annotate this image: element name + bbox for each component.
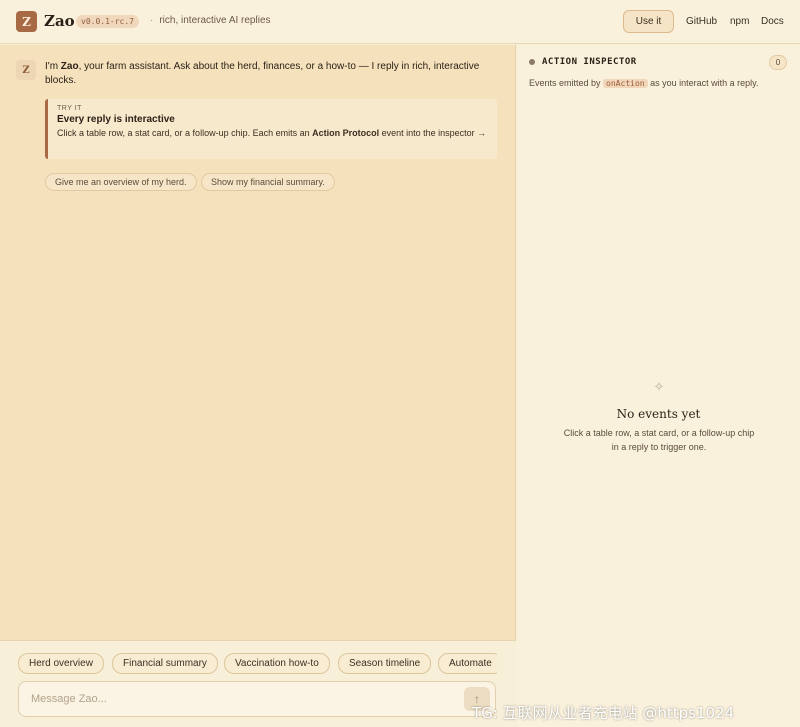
chat-panel: Z I'm Zao, your farm assistant. Ask abou… [0, 45, 516, 727]
inspector-desc-pre: Events emitted by [529, 78, 604, 88]
followup-chip-herd-overview[interactable]: Give me an overview of my herd. [45, 173, 197, 191]
try-it-body: Click a table row, a stat card, or a fol… [57, 127, 487, 140]
inspector-description: Events emitted by onAction as you intera… [529, 77, 779, 90]
composer-area: Herd overview Financial summary Vaccinat… [0, 640, 516, 727]
try-it-body-pre: Click a table row, a stat card, or a fol… [57, 128, 313, 138]
quick-chip-herd-overview[interactable]: Herd overview [18, 653, 104, 674]
assistant-avatar: Z [16, 60, 36, 80]
version-badge: v0.0.1-rc.7 [76, 15, 139, 28]
intro-name: Zao [60, 61, 79, 72]
inspector-desc-post: as you interact with a reply. [647, 78, 759, 88]
quick-chip-row: Herd overview Financial summary Vaccinat… [0, 641, 497, 681]
event-count-badge: 0 [769, 55, 787, 70]
quick-chip-vaccination-how-to[interactable]: Vaccination how-to [224, 653, 330, 674]
empty-state-title: No events yet [616, 407, 701, 421]
intro-text-pre: I'm [45, 61, 61, 72]
try-it-callout: TRY IT Every reply is interactive Click … [45, 99, 497, 159]
use-it-button[interactable]: Use it [623, 10, 674, 33]
empty-state-description: Click a table row, a stat card, or a fol… [563, 428, 755, 452]
tagline-separator: · [150, 15, 154, 26]
tagline-text: rich, interactive AI replies [159, 15, 271, 26]
quick-chip-financial-summary[interactable]: Financial summary [112, 653, 218, 674]
github-link[interactable]: GitHub [686, 16, 717, 27]
npm-link[interactable]: npm [730, 16, 749, 27]
inspector-title: ACTION INSPECTOR [542, 57, 637, 67]
followup-chip-financial-summary[interactable]: Show my financial summary. [201, 173, 335, 191]
sparkle-icon: ✧ [653, 379, 665, 394]
try-it-body-bold: Action Protocol [312, 128, 380, 138]
docs-link[interactable]: Docs [761, 16, 784, 27]
assistant-intro-message: I'm Zao, your farm assistant. Ask about … [45, 60, 485, 88]
intro-text-post: , your farm assistant. Ask about the her… [45, 61, 480, 86]
app-header: Z Zao v0.0.1-rc.7 · rich, interactive AI … [0, 0, 800, 44]
try-it-title: Every reply is interactive [57, 114, 175, 125]
tagline: · rich, interactive AI replies [150, 15, 271, 26]
watermark: TG: 互联网从业者充电站 @https1024 [472, 704, 735, 722]
try-it-body-post: event into the inspector → [379, 128, 487, 138]
quick-chip-automate[interactable]: Automate [438, 653, 497, 674]
action-inspector-panel: ACTION INSPECTOR 0 Events emitted by onA… [517, 45, 800, 727]
quick-chip-season-timeline[interactable]: Season timeline [338, 653, 432, 674]
app-name: Zao [44, 12, 75, 30]
status-dot-icon [529, 59, 535, 65]
inspector-desc-code: onAction [603, 79, 648, 88]
message-input[interactable] [18, 681, 496, 717]
try-it-kicker: TRY IT [57, 105, 82, 112]
logo[interactable]: Z [16, 11, 37, 32]
